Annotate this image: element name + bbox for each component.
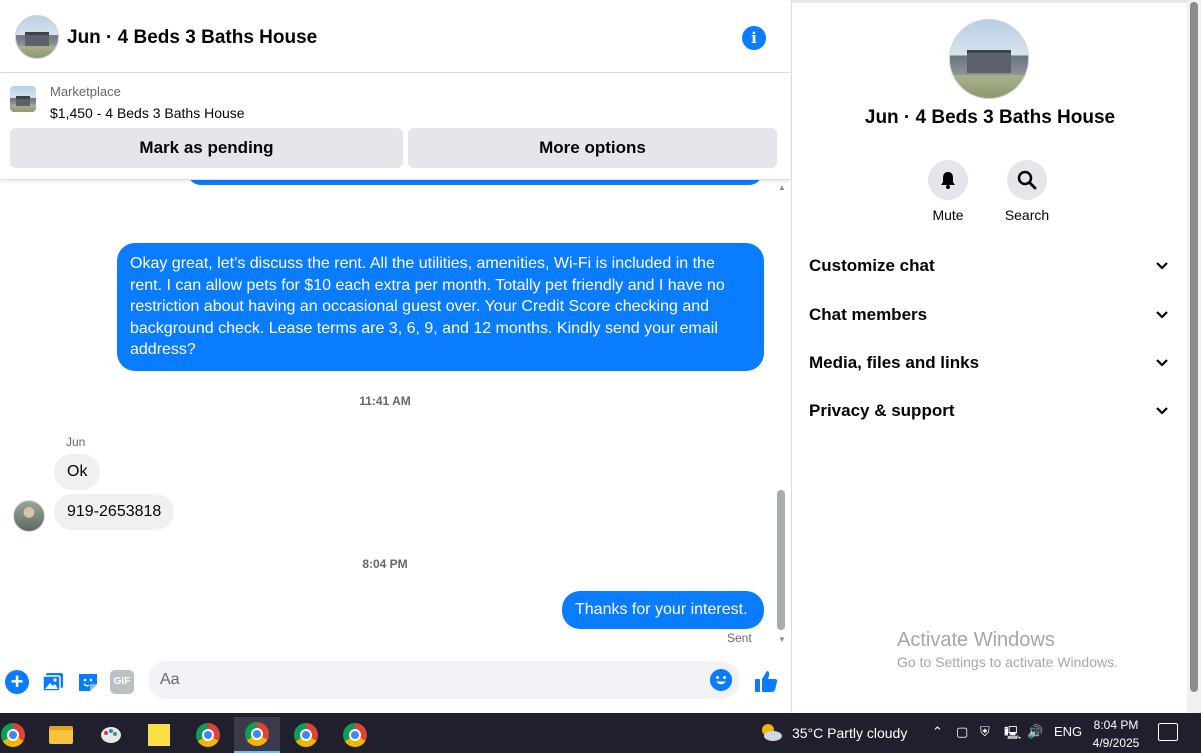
partly-cloudy-icon[interactable] <box>759 721 783 745</box>
panel-item-label: Privacy & support <box>809 401 955 420</box>
message-composer: + GIF <box>0 657 790 713</box>
chat-title[interactable]: Jun · 4 Beds 3 Baths House <box>67 27 317 49</box>
weather-text[interactable]: 35°C Partly cloudy <box>792 725 907 741</box>
message-timestamp: 11:41 AM <box>359 394 411 408</box>
plus-icon[interactable]: + <box>5 670 29 694</box>
incoming-message[interactable]: 919-2653818 <box>54 494 175 530</box>
chevron-up-icon[interactable]: ⌃ <box>932 724 943 740</box>
sticky-notes-icon[interactable] <box>136 717 182 753</box>
clock-time: 8:04 PM <box>1093 718 1139 732</box>
paint-icon[interactable] <box>88 717 134 753</box>
activation-watermark-title: Activate Windows <box>897 629 1055 651</box>
scroll-up-arrow-icon[interactable]: ▲ <box>776 183 788 193</box>
listing-title[interactable]: $1,450 - 4 Beds 3 Baths House <box>50 105 245 121</box>
chrome-active-icon[interactable] <box>234 717 280 753</box>
volume-icon[interactable]: 🔊 <box>1027 724 1043 740</box>
panel-item-label: Chat members <box>809 305 928 324</box>
meet-icon[interactable]: ▢ <box>956 724 968 740</box>
notification-icon[interactable] <box>1158 723 1178 741</box>
chrome-profile-icon[interactable] <box>283 717 329 753</box>
message-input[interactable] <box>160 661 700 699</box>
like-icon[interactable] <box>753 668 779 694</box>
message-thread: Okay great, let’s discuss the rent. All … <box>0 180 790 657</box>
info-icon[interactable]: i <box>742 26 766 50</box>
search-label: Search <box>1004 207 1050 223</box>
chevron-down-icon <box>1156 311 1168 319</box>
page-scrollbar[interactable] <box>1187 0 1201 713</box>
thread-scrollbar[interactable]: ▲ ▼ <box>776 183 788 645</box>
chevron-down-icon <box>1156 407 1168 415</box>
sticker-icon[interactable] <box>76 670 100 694</box>
mute-button[interactable]: Mute <box>908 160 988 223</box>
privacy-support-item[interactable]: Privacy & support <box>809 396 1169 426</box>
chrome-profile-icon[interactable] <box>185 717 231 753</box>
sender-name: Jun <box>66 435 86 449</box>
chrome-icon[interactable] <box>0 717 36 753</box>
panel-item-label: Customize chat <box>809 256 935 275</box>
photo-icon[interactable] <box>41 670 65 694</box>
chat-column: Jun · 4 Beds 3 Baths House i Marketplace… <box>0 0 790 713</box>
search-button[interactable]: Search <box>987 160 1067 223</box>
scroll-down-arrow-icon[interactable]: ▼ <box>776 635 788 645</box>
chevron-down-icon <box>1156 262 1168 270</box>
emoji-icon[interactable] <box>710 669 732 691</box>
sent-status: Sent <box>727 631 752 645</box>
previous-message-bubble <box>188 180 762 185</box>
search-icon[interactable] <box>1007 160 1047 200</box>
media-files-links-item[interactable]: Media, files and links <box>809 348 1169 378</box>
activation-watermark-subtitle: Go to Settings to activate Windows. <box>897 654 1118 670</box>
system-clock[interactable]: 8:04 PM 4/9/2025 <box>1086 716 1146 752</box>
file-explorer-icon[interactable] <box>38 717 84 753</box>
incoming-message[interactable]: Ok <box>54 454 101 490</box>
outgoing-message[interactable]: Thanks for your interest. <box>562 591 764 629</box>
panel-title: Jun · 4 Beds 3 Baths House <box>864 107 1116 128</box>
outgoing-message[interactable]: Okay great, let’s discuss the rent. All … <box>117 243 764 371</box>
mute-label: Mute <box>932 207 964 223</box>
panel-item-label: Media, files and links <box>809 353 980 372</box>
customize-chat-item[interactable]: Customize chat <box>809 251 1169 281</box>
listing-thumbnail[interactable] <box>10 86 36 112</box>
marketplace-label: Marketplace <box>50 84 121 99</box>
message-input-wrapper <box>148 661 740 699</box>
chat-members-item[interactable]: Chat members <box>809 300 1169 330</box>
message-timestamp: 8:04 PM <box>362 557 408 571</box>
sender-avatar[interactable] <box>13 500 45 532</box>
contact-avatar[interactable] <box>15 15 59 59</box>
chat-header: Jun · 4 Beds 3 Baths House i <box>0 3 790 73</box>
language-indicator[interactable]: ENG <box>1054 724 1082 739</box>
scroll-thumb[interactable] <box>777 490 785 630</box>
more-options-button[interactable]: More options <box>408 128 777 168</box>
network-icon[interactable]: 🖳 <box>1004 724 1021 746</box>
clock-date: 4/9/2025 <box>1092 736 1140 750</box>
bell-icon[interactable] <box>928 160 968 200</box>
panel-avatar[interactable] <box>949 19 1029 99</box>
gif-icon[interactable]: GIF <box>110 670 134 694</box>
conversation-info-panel: Jun · 4 Beds 3 Baths House Mute Search C… <box>791 3 1187 713</box>
page-scroll-thumb[interactable] <box>1190 2 1198 692</box>
security-icon[interactable]: ⛨ <box>980 724 990 740</box>
chrome-profile-icon[interactable] <box>332 717 378 753</box>
taskbar: 35°C Partly cloudy ⌃ ▢ ⛨ 🖳 🔊 ENG 8:04 PM… <box>0 713 1201 753</box>
chevron-down-icon <box>1156 359 1168 367</box>
mark-as-pending-button[interactable]: Mark as pending <box>10 128 403 168</box>
marketplace-banner: Marketplace $1,450 - 4 Beds 3 Baths Hous… <box>0 74 790 180</box>
